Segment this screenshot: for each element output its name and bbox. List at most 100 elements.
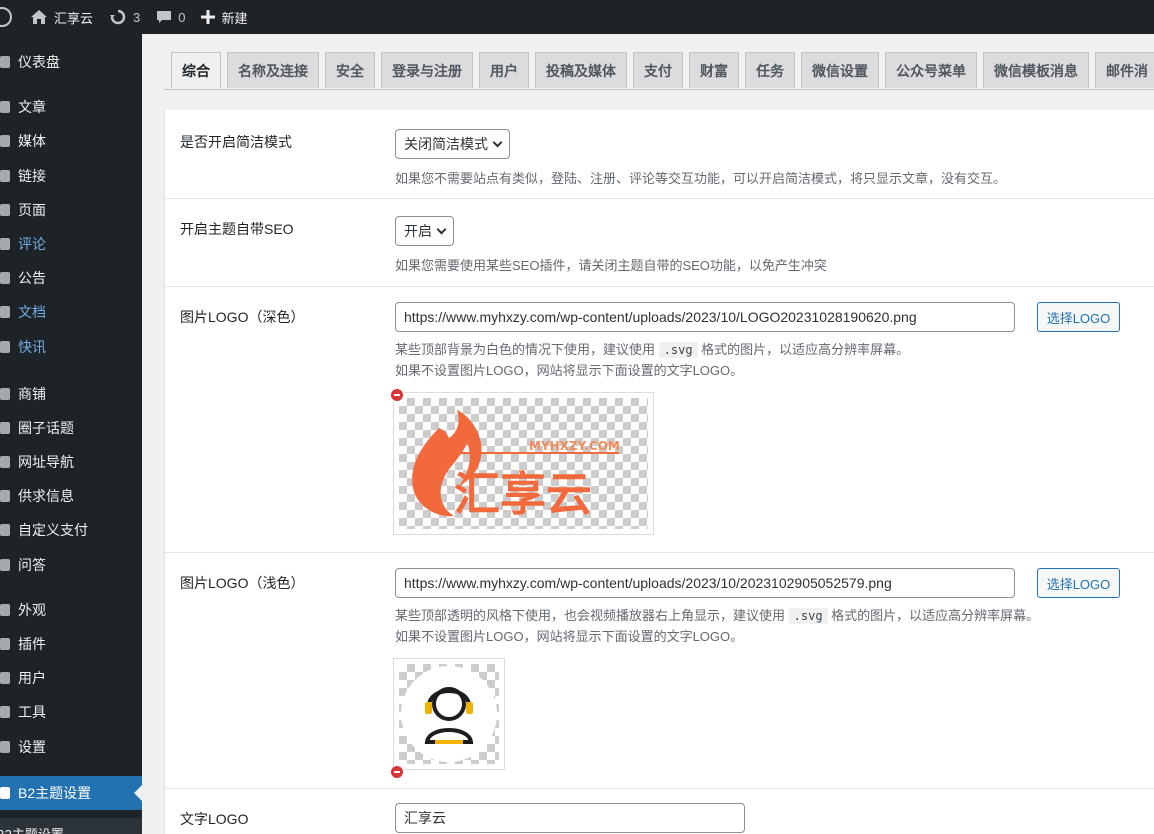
- page-icon: [0, 202, 14, 218]
- seo-select[interactable]: 开启: [395, 216, 454, 246]
- navigation-icon: [0, 454, 14, 470]
- submenu-b2-theme-settings[interactable]: B2主题设置: [0, 818, 142, 834]
- dashboard-icon: [0, 54, 14, 70]
- question-icon: [0, 557, 14, 573]
- menu-item-posts[interactable]: 文章: [0, 92, 142, 122]
- logo-dark-image: MYHXZY.COM 汇享云: [412, 410, 620, 521]
- tab-payment[interactable]: 支付: [633, 52, 683, 88]
- setting-row-simple-mode: 是否开启简洁模式 关闭简洁模式 如果您不需要站点有类似，登陆、注册、评论等交互功…: [165, 110, 1154, 199]
- simple-mode-description: 如果您不需要站点有类似，登陆、注册、评论等交互功能，可以开启简洁模式，将只显示文…: [395, 171, 1007, 186]
- menu-item-custom-payment[interactable]: 自定义支付: [0, 515, 142, 545]
- home-icon: [31, 10, 47, 24]
- seo-label: 开启主题自带SEO: [180, 221, 294, 237]
- logo-dark-description-2: 如果不设置图片LOGO，网站将显示下面设置的文字LOGO。: [395, 363, 744, 378]
- menu-item-dashboard[interactable]: 仪表盘: [0, 47, 142, 77]
- menu-item-pages[interactable]: 页面: [0, 195, 142, 225]
- tab-tasks[interactable]: 任务: [745, 52, 795, 88]
- tab-security[interactable]: 安全: [325, 52, 375, 88]
- document-icon: [0, 304, 14, 320]
- flash-icon: [0, 339, 14, 355]
- svg-text:汇享云: 汇享云: [454, 467, 592, 521]
- settings-icon: [0, 739, 14, 755]
- tab-login-register[interactable]: 登录与注册: [381, 52, 473, 88]
- menu-item-tools[interactable]: 工具: [0, 697, 142, 727]
- payment-icon: [0, 522, 14, 538]
- seo-description: 如果您需要使用某些SEO插件，请关闭主题自带的SEO功能，以免产生冲突: [395, 258, 827, 273]
- logo-dark-description-1: 某些顶部背景为白色的情况下使用，建议使用 .svg 格式的图片，以适应高分辨率屏…: [395, 342, 910, 358]
- logo-dark-label: 图片LOGO（深色）: [180, 309, 305, 325]
- menu-item-url-navigation[interactable]: 网址导航: [0, 447, 142, 477]
- tab-email[interactable]: 邮件消: [1095, 52, 1154, 88]
- menu-item-circle-topics[interactable]: 圈子话题: [0, 413, 142, 443]
- simple-mode-label: 是否开启简洁模式: [180, 134, 292, 150]
- tab-submission-media[interactable]: 投稿及媒体: [535, 52, 627, 88]
- select-logo-dark-button[interactable]: 选择LOGO: [1037, 302, 1120, 332]
- wordpress-logo[interactable]: [0, 0, 22, 34]
- menu-item-users[interactable]: 用户: [0, 663, 142, 693]
- transparency-checkerboard: MYHXZY.COM 汇享云: [399, 398, 648, 529]
- comment-bubble-icon: [157, 11, 172, 23]
- tab-general[interactable]: 综合: [171, 52, 221, 88]
- settings-panel: 是否开启简洁模式 关闭简洁模式 如果您不需要站点有类似，登陆、注册、评论等交互功…: [164, 110, 1154, 834]
- menu-item-plugins[interactable]: 插件: [0, 629, 142, 659]
- menu-item-flash-news[interactable]: 快讯: [0, 332, 142, 362]
- updates-icon: [110, 9, 126, 25]
- remove-logo-light-icon[interactable]: [390, 765, 404, 779]
- tab-wealth[interactable]: 财富: [689, 52, 739, 88]
- tab-wechat-template-messages[interactable]: 微信模板消息: [983, 52, 1089, 88]
- menu-item-links[interactable]: 链接: [0, 161, 142, 191]
- active-menu-arrow: [134, 785, 142, 801]
- site-name-link[interactable]: 汇享云: [22, 0, 101, 34]
- updates-link[interactable]: 3: [101, 0, 148, 34]
- logo-dark-preview: MYHXZY.COM 汇享云: [393, 392, 654, 535]
- menu-item-announcements[interactable]: 公告: [0, 263, 142, 293]
- logo-light-preview: [393, 658, 505, 770]
- chevron-down-icon: [436, 224, 447, 234]
- user-icon: [0, 670, 14, 686]
- logo-light-description-2: 如果不设置图片LOGO，网站将显示下面设置的文字LOGO。: [395, 629, 744, 644]
- text-logo-input[interactable]: 汇享云: [395, 803, 745, 833]
- settings-tabs: 综合 名称及连接 安全 登录与注册 用户 投稿及媒体 支付 财富 任务 微信设置…: [164, 52, 1154, 90]
- tabs-divider: [164, 89, 1154, 90]
- select-logo-light-button[interactable]: 选择LOGO: [1037, 568, 1120, 598]
- tab-official-account-menu[interactable]: 公众号菜单: [885, 52, 977, 88]
- svg-text:MYHXZY.COM: MYHXZY.COM: [529, 439, 620, 453]
- site-name: 汇享云: [54, 10, 94, 26]
- logo-light-label: 图片LOGO（浅色）: [180, 575, 305, 591]
- menu-item-appearance[interactable]: 外观: [0, 595, 142, 625]
- media-icon: [0, 133, 14, 149]
- tool-icon: [0, 704, 14, 720]
- shop-icon: [0, 386, 14, 402]
- plugin-icon: [0, 636, 14, 652]
- menu-item-settings[interactable]: 设置: [0, 732, 142, 762]
- setting-row-logo-light: 图片LOGO（浅色） https://www.myhxzy.com/wp-con…: [165, 553, 1154, 789]
- link-icon: [0, 168, 14, 184]
- menu-item-b2-theme-settings[interactable]: B2主题设置: [0, 776, 142, 810]
- tab-wechat-settings[interactable]: 微信设置: [801, 52, 879, 88]
- menu-item-qa[interactable]: 问答: [0, 550, 142, 580]
- plus-icon: [201, 10, 216, 24]
- main-content: 综合 名称及连接 安全 登录与注册 用户 投稿及媒体 支付 财富 任务 微信设置…: [164, 34, 1154, 834]
- menu-item-supply-demand[interactable]: 供求信息: [0, 481, 142, 511]
- logo-light-url-input[interactable]: https://www.myhxzy.com/wp-content/upload…: [395, 568, 1015, 598]
- pin-icon: [0, 99, 14, 115]
- supply-icon: [0, 488, 14, 504]
- logo-light-image: [401, 666, 497, 762]
- tab-name-and-links[interactable]: 名称及连接: [227, 52, 319, 88]
- simple-mode-select[interactable]: 关闭简洁模式: [395, 129, 510, 159]
- admin-bar: 汇享云 3 0 新建: [0, 0, 1154, 34]
- comments-link[interactable]: 0: [148, 0, 193, 34]
- logo-dark-url-input[interactable]: https://www.myhxzy.com/wp-content/upload…: [395, 302, 1015, 332]
- tab-users[interactable]: 用户: [479, 52, 529, 88]
- new-content-link[interactable]: 新建: [193, 0, 255, 34]
- admin-sidebar: 仪表盘 文章 媒体 链接 页面 评论 公告 文档 快讯 商铺 圈子话题 网址导航…: [0, 34, 142, 834]
- menu-item-shop[interactable]: 商铺: [0, 379, 142, 409]
- circle-icon: [0, 420, 14, 436]
- remove-logo-dark-icon[interactable]: [390, 388, 404, 402]
- menu-item-comments[interactable]: 评论: [0, 229, 142, 259]
- setting-row-seo: 开启主题自带SEO 开启 如果您需要使用某些SEO插件，请关闭主题自带的SEO功…: [165, 199, 1154, 287]
- comment-icon: [0, 236, 14, 252]
- menu-item-documents[interactable]: 文档: [0, 297, 142, 327]
- menu-item-media[interactable]: 媒体: [0, 126, 142, 156]
- theme-settings-icon: [0, 785, 14, 801]
